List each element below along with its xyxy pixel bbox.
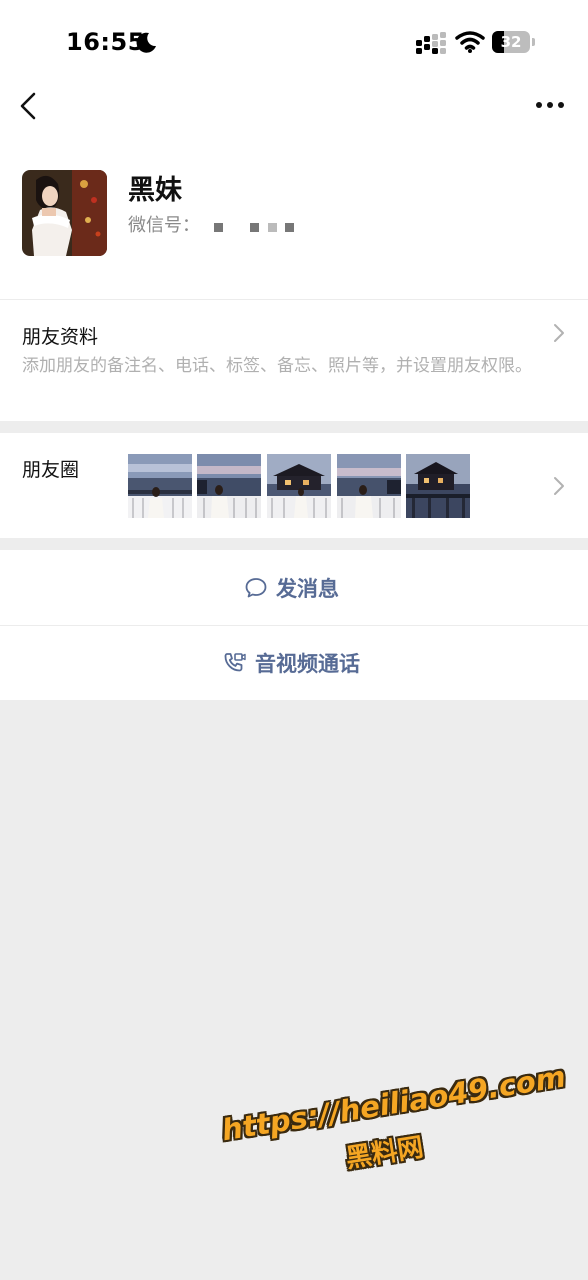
voice-video-call-label: 音视频通话 (255, 652, 360, 676)
phone-video-icon (224, 652, 246, 671)
redacted-block (214, 223, 223, 232)
redacted-block (285, 223, 294, 232)
back-button[interactable] (12, 86, 48, 126)
moment-photo (197, 454, 261, 518)
battery-icon: 32 (492, 31, 536, 53)
redacted-block (250, 223, 259, 232)
profile-name: 黑妹 (128, 175, 182, 206)
status-bar: 16:55 32 (0, 0, 588, 80)
chevron-right-icon (554, 477, 564, 495)
moments-row[interactable]: 朋友圈 (0, 433, 588, 538)
friend-info-row[interactable]: 朋友资料 添加朋友的备注名、电话、标签、备忘、照片等，并设置朋友权限。 (0, 300, 588, 420)
signal-icon (416, 32, 446, 54)
voice-video-call-button[interactable]: 音视频通话 (0, 626, 588, 700)
watermark: https://heiliao49.com 黑料网 (219, 1059, 568, 1223)
moments-title: 朋友圈 (22, 459, 80, 481)
moment-photo (406, 454, 470, 518)
redacted-block (268, 223, 277, 232)
more-options-button[interactable] (530, 90, 570, 120)
friend-info-title: 朋友资料 (22, 326, 99, 348)
moon-icon (136, 32, 156, 53)
moment-photo (128, 454, 192, 518)
wechat-id-label: 微信号： (128, 215, 200, 236)
send-message-button[interactable]: 发消息 (0, 551, 588, 625)
avatar[interactable] (22, 170, 107, 256)
friend-info-description: 添加朋友的备注名、电话、标签、备忘、照片等，并设置朋友权限。 (22, 356, 532, 376)
wifi-icon (455, 31, 485, 53)
chevron-right-icon (554, 324, 564, 342)
watermark-site-name: 黑料网 (343, 1132, 426, 1175)
moment-photo (267, 454, 331, 518)
avatar-image (22, 170, 107, 256)
moment-photo (337, 454, 401, 518)
battery-level-text: 32 (500, 33, 522, 51)
send-message-label: 发消息 (276, 577, 339, 601)
section-gap (0, 421, 588, 433)
section-gap (0, 538, 588, 550)
chat-bubble-icon (245, 578, 267, 598)
